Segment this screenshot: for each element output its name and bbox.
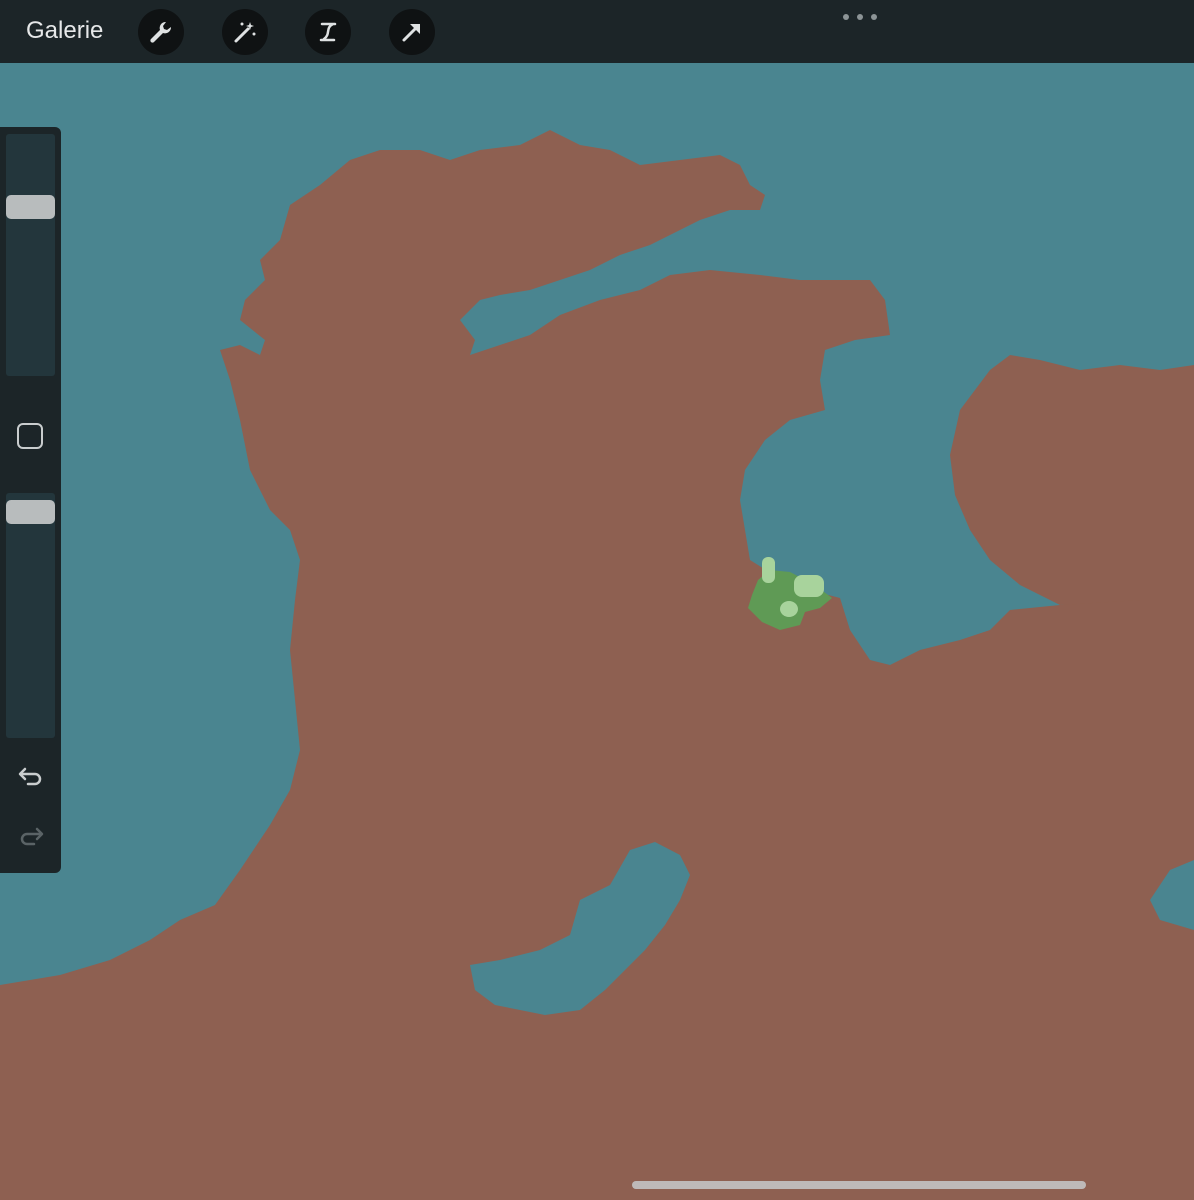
selection-button[interactable] [305, 9, 351, 55]
vegetation-highlight-dot [780, 601, 798, 617]
vegetation-highlight-stalk [762, 557, 775, 583]
square-modifier-icon[interactable] [17, 423, 43, 449]
transform-button[interactable] [389, 9, 435, 55]
opacity-slider[interactable] [6, 493, 55, 738]
gallery-button[interactable]: Galerie [26, 17, 103, 45]
brush-size-thumb[interactable] [6, 195, 55, 220]
more-icon[interactable] [843, 13, 877, 21]
magic-wand-icon [234, 22, 256, 43]
redo-icon[interactable] [16, 821, 46, 851]
wrench-icon [150, 21, 172, 43]
opacity-thumb[interactable] [6, 499, 55, 524]
undo-icon[interactable] [16, 761, 46, 791]
adjustments-button[interactable] [222, 9, 268, 55]
brush-size-slider[interactable] [6, 134, 55, 376]
transform-arrow-icon [402, 24, 420, 42]
actions-button[interactable] [138, 9, 184, 55]
home-indicator[interactable] [632, 1181, 1086, 1189]
left-sidebar [0, 127, 61, 873]
selection-icon [319, 22, 337, 42]
drawing-canvas[interactable] [0, 63, 1194, 1200]
vegetation-highlight-clump [794, 575, 824, 597]
top-toolbar: Galerie [0, 0, 1194, 63]
